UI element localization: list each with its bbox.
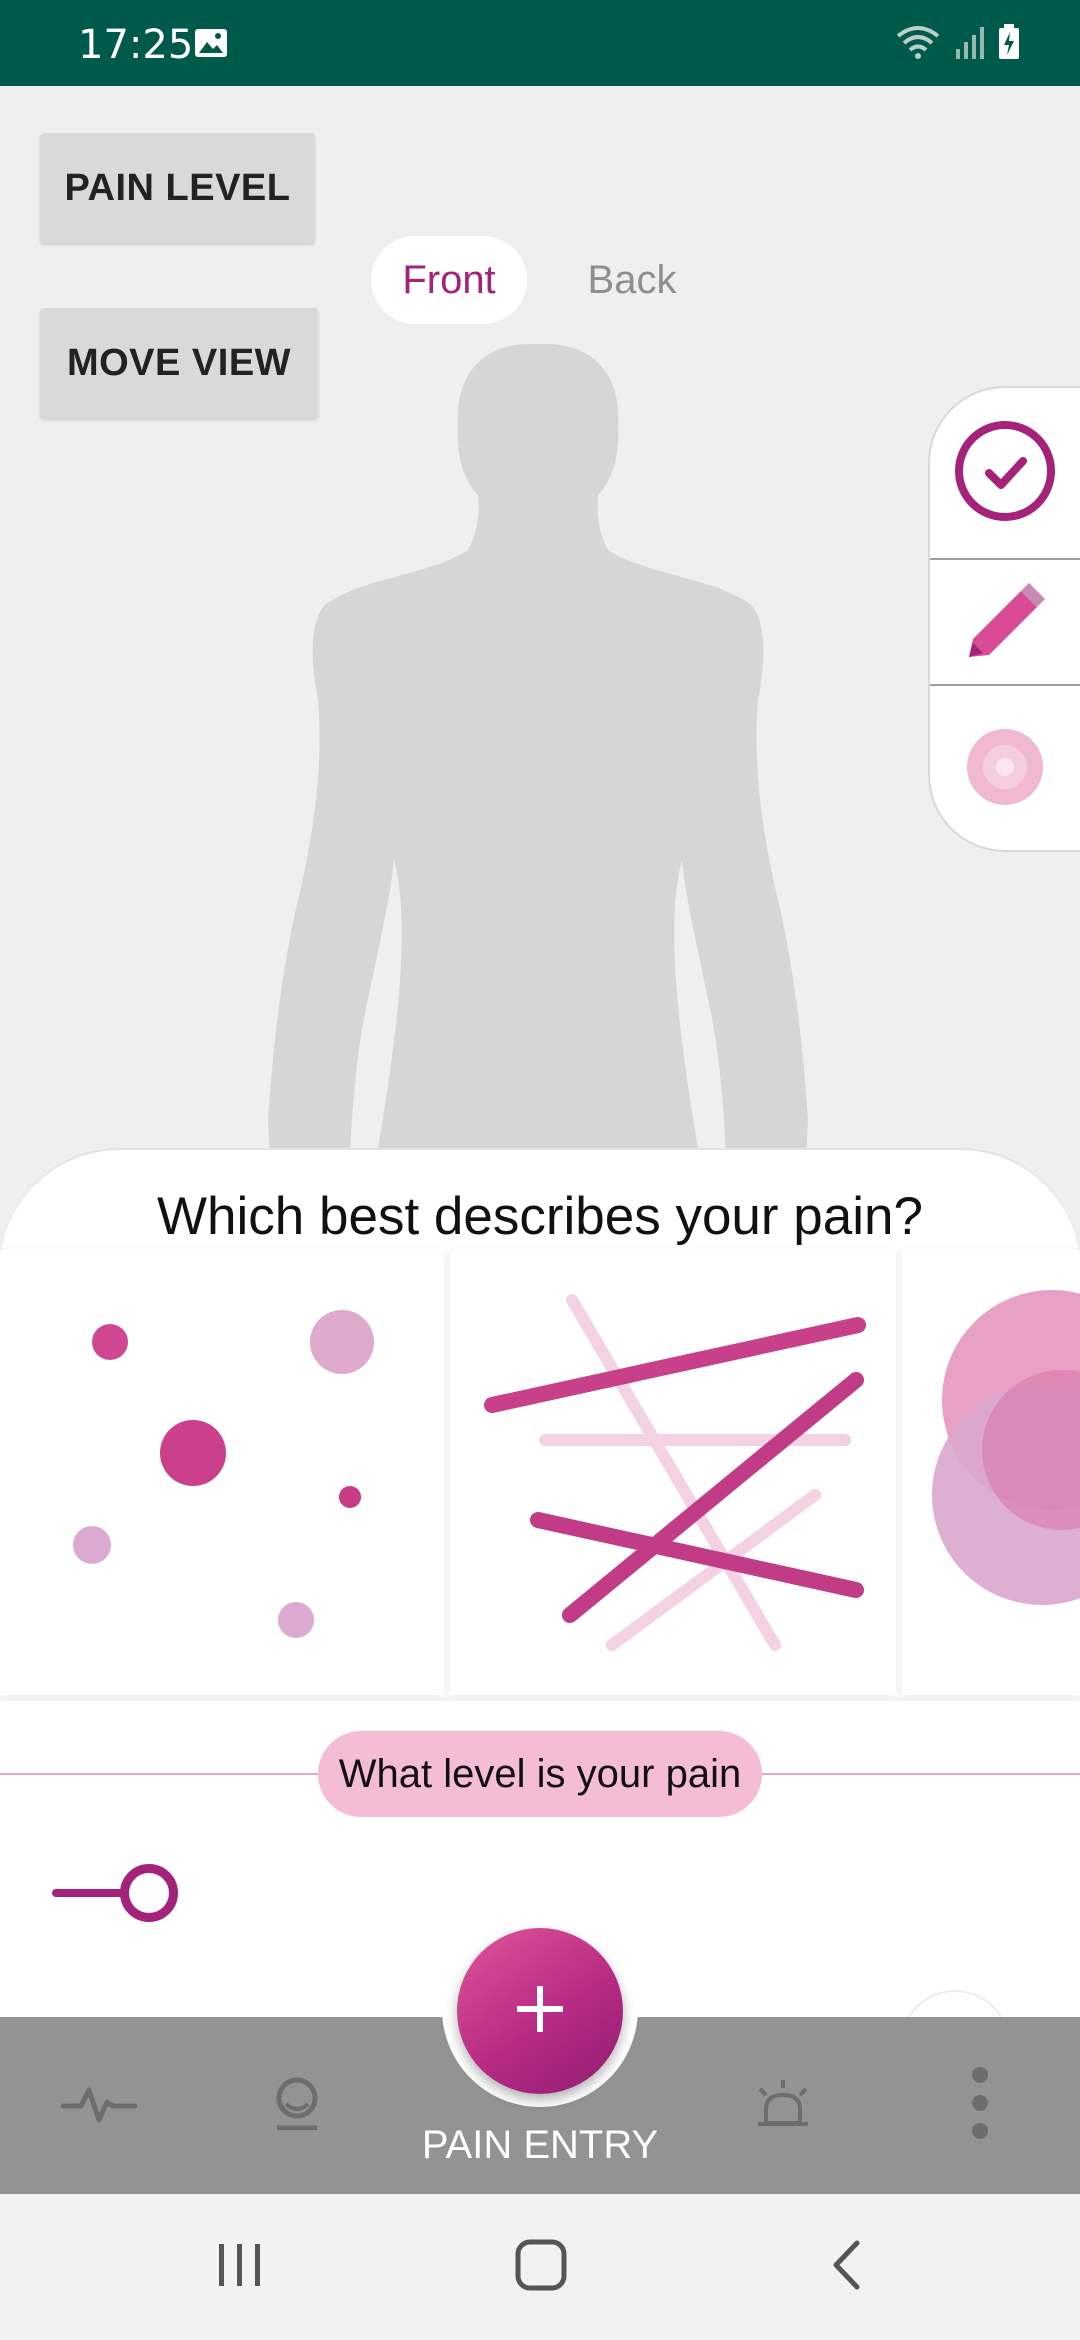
slider-thumb[interactable] (120, 1864, 178, 1922)
pain-level-label: What level is your pain (318, 1731, 762, 1817)
cards-divider (0, 1697, 1080, 1701)
circles-pattern-icon (932, 1290, 1080, 1605)
lines-pattern-icon (484, 1294, 866, 1651)
pain-level-button[interactable]: PAIN LEVEL (40, 133, 315, 243)
front-tab[interactable]: Front (371, 236, 527, 324)
wifi-icon (896, 24, 940, 65)
plus-icon (515, 1984, 565, 2039)
signal-icon (954, 25, 984, 64)
body-silhouette[interactable] (240, 340, 840, 1160)
check-circle-icon (953, 419, 1057, 528)
back-chevron-icon (831, 2240, 861, 2295)
nav-profile[interactable] (262, 2065, 332, 2145)
back-button[interactable] (826, 2224, 866, 2310)
pain-option-circles[interactable] (902, 1250, 1080, 1695)
status-time: 17:25 (78, 22, 194, 68)
profile-icon (272, 2076, 322, 2135)
system-navigation-bar (0, 2194, 1080, 2340)
image-notification-icon (194, 28, 228, 63)
more-vertical-icon (970, 2065, 990, 2146)
sheet-title: Which best describes your pain? (157, 1187, 923, 1246)
view-toggle: Front Back (371, 236, 737, 324)
confirm-tool[interactable] (930, 388, 1080, 560)
status-bar: 17:25 (0, 0, 1080, 86)
recent-apps-button[interactable] (210, 2224, 270, 2310)
pain-entry-button[interactable] (457, 1928, 623, 2094)
nav-label-pain-entry[interactable]: PAIN ENTRY (390, 2123, 690, 2168)
pain-level-slider[interactable] (52, 1860, 182, 1926)
status-icons (896, 24, 1020, 65)
alarm-icon (750, 2077, 816, 2134)
nav-alert[interactable] (746, 2065, 820, 2145)
nav-pulse[interactable] (58, 2065, 140, 2145)
recent-apps-icon (215, 2242, 265, 2293)
battery-icon (998, 24, 1020, 65)
back-tab[interactable]: Back (527, 236, 737, 324)
draw-tool[interactable] (930, 562, 1080, 686)
pain-point-icon (965, 727, 1045, 812)
pain-option-dots[interactable] (0, 1250, 444, 1695)
drawing-tools-panel (930, 388, 1080, 850)
pain-option-lines[interactable] (450, 1250, 896, 1695)
home-icon (515, 2239, 567, 2296)
pain-point-tool[interactable] (930, 688, 1080, 850)
home-button[interactable] (510, 2224, 572, 2310)
pulse-icon (60, 2078, 138, 2133)
nav-more[interactable] (960, 2065, 1000, 2145)
dots-pattern-icon (73, 1310, 374, 1638)
pencil-icon (963, 579, 1047, 668)
